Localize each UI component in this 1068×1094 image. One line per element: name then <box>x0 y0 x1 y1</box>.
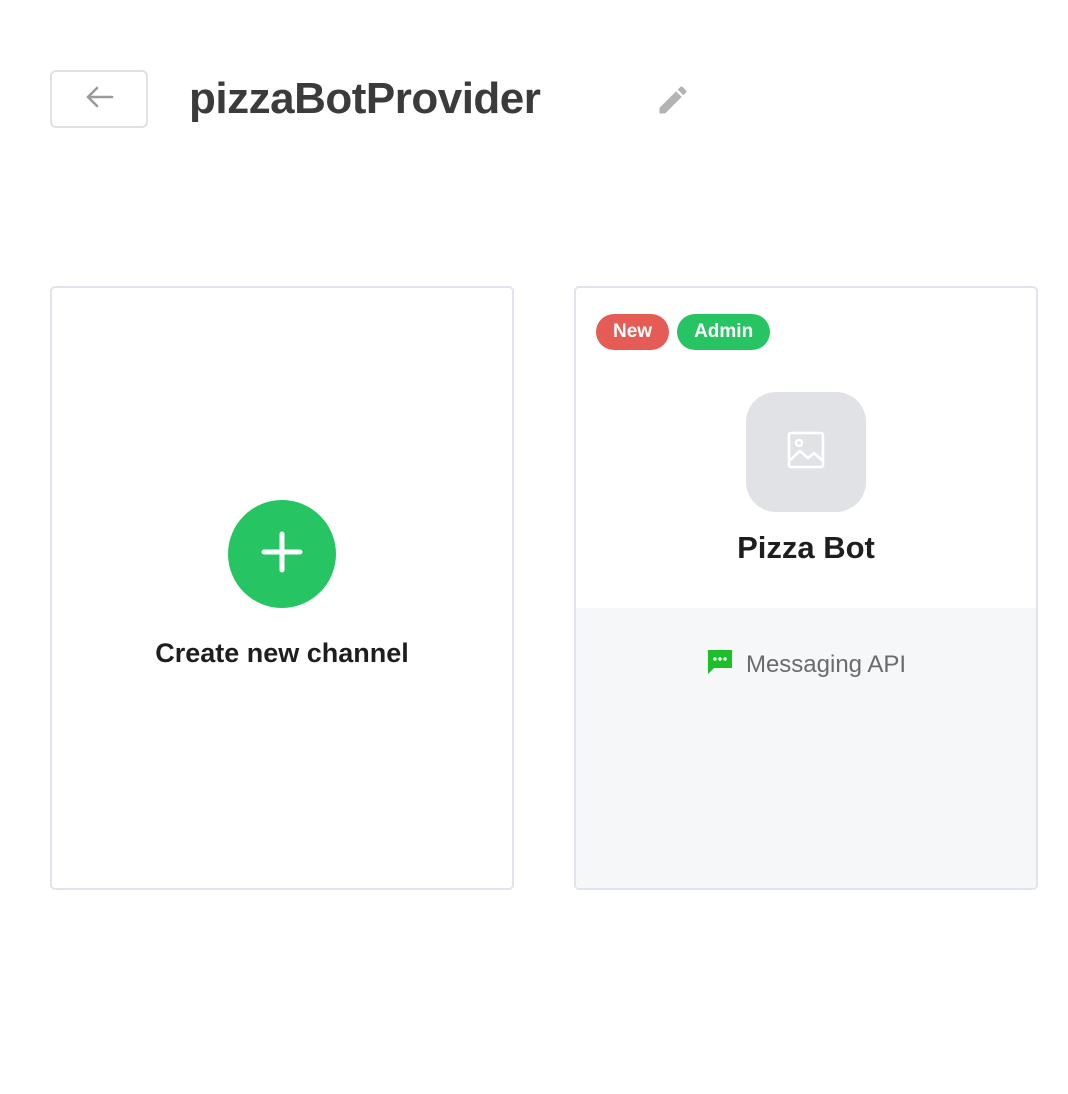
arrow-left-icon <box>84 85 114 114</box>
back-button[interactable] <box>50 70 148 128</box>
channel-card-footer: Messaging API <box>576 608 1036 888</box>
plus-icon <box>260 530 304 579</box>
provider-page: pizzaBotProvider Create new channel New … <box>0 0 1068 1094</box>
channel-type-label: Messaging API <box>745 650 907 678</box>
new-badge: New <box>596 314 670 350</box>
edit-title-button[interactable] <box>653 82 693 122</box>
channel-name: Pizza Bot <box>737 530 875 565</box>
pencil-icon <box>655 82 691 123</box>
page-title: pizzaBotProvider <box>189 74 541 123</box>
channel-avatar <box>746 392 866 512</box>
image-placeholder-icon <box>786 430 826 475</box>
channel-badges: New Admin <box>596 314 771 350</box>
channel-type: Messaging API <box>576 648 1036 681</box>
page-header: pizzaBotProvider <box>50 70 687 128</box>
chat-bubble-icon <box>706 648 734 681</box>
create-channel-label: Create new channel <box>155 638 409 668</box>
create-channel-card[interactable]: Create new channel <box>50 286 514 890</box>
channel-card[interactable]: New Admin Pizza Bot Messaging API <box>574 286 1038 890</box>
create-channel-button[interactable] <box>228 500 336 608</box>
admin-badge: Admin <box>677 314 771 350</box>
